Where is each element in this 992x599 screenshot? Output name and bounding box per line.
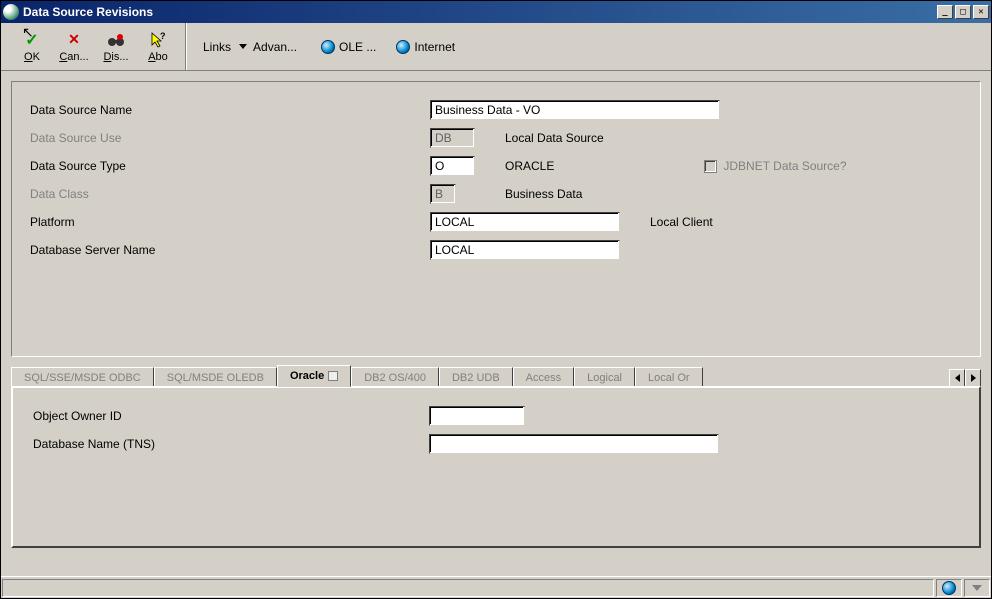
dataclass-label: Data Class [30, 187, 430, 201]
content-area: Data Source Name Data Source Use Local D… [1, 71, 991, 576]
platform-desc: Local Client [650, 215, 713, 229]
dataclass-field [430, 184, 456, 204]
minimize-button[interactable]: _ [937, 5, 953, 19]
ok-button[interactable]: ✓ OK [11, 26, 53, 68]
tab-scroll-right-button[interactable] [965, 369, 981, 387]
binoculars-icon [107, 31, 125, 49]
dstype-field[interactable] [430, 156, 475, 176]
platform-field[interactable] [430, 212, 620, 232]
display-button[interactable]: Dis... [95, 26, 137, 68]
cursor-help-icon: ? [149, 31, 167, 49]
globe-icon [396, 40, 410, 54]
dbname-field[interactable] [429, 434, 719, 454]
checkbox-icon [704, 160, 717, 173]
titlebar: Data Source Revisions _ □ ✕ [1, 1, 991, 23]
tab-access[interactable]: Access [513, 367, 574, 387]
dstype-desc: ORACLE [505, 159, 554, 173]
ole-link[interactable]: OLE ... [311, 40, 386, 54]
tab-sql-msde-oledb[interactable]: SQL/MSDE OLEDB [154, 367, 277, 387]
tab-marker-icon [328, 371, 338, 381]
arrow-left-icon [955, 374, 960, 382]
tab-local-or[interactable]: Local Or [635, 367, 703, 387]
x-icon: ✕ [65, 31, 83, 49]
status-net-icon-cell [936, 579, 962, 597]
triangle-down-icon [972, 585, 982, 591]
system-menu-icon[interactable] [3, 4, 19, 20]
svg-text:?: ? [160, 31, 166, 41]
dsuse-label: Data Source Use [30, 131, 430, 145]
dstype-label: Data Source Type [30, 159, 430, 173]
checkmark-icon: ✓ [23, 31, 41, 49]
dbserver-label: Database Server Name [30, 243, 430, 257]
globe-icon [321, 40, 335, 54]
dsname-label: Data Source Name [30, 103, 430, 117]
about-button[interactable]: ? Abo [137, 26, 179, 68]
arrow-right-icon [971, 374, 976, 382]
dsuse-field [430, 128, 475, 148]
jdbnet-checkbox: JDBNET Data Source? [704, 159, 846, 173]
owner-label: Object Owner ID [33, 409, 429, 423]
window: Data Source Revisions _ □ ✕ ↖ ✓ OK ✕ Can… [0, 0, 992, 599]
window-title: Data Source Revisions [23, 5, 937, 19]
close-button[interactable]: ✕ [973, 5, 989, 19]
owner-field[interactable] [429, 406, 525, 426]
dbname-label: Database Name (TNS) [33, 437, 429, 451]
dsuse-desc: Local Data Source [505, 131, 604, 145]
cancel-button[interactable]: ✕ Can... [53, 26, 95, 68]
tab-db2-os400[interactable]: DB2 OS/400 [351, 367, 439, 387]
tab-logical[interactable]: Logical [574, 367, 635, 387]
dsname-field[interactable] [430, 100, 720, 120]
tab-scroll-left-button[interactable] [949, 369, 965, 387]
form-panel: Data Source Name Data Source Use Local D… [11, 81, 981, 357]
maximize-button[interactable]: □ [955, 5, 971, 19]
platform-label: Platform [30, 215, 430, 229]
status-indicator-cell [964, 579, 990, 597]
internet-link[interactable]: Internet [386, 40, 465, 54]
status-cell-main [2, 579, 934, 597]
tab-sql-sse-msde-odbc[interactable]: SQL/SSE/MSDE ODBC [11, 367, 154, 387]
globe-icon [942, 581, 956, 595]
dropdown-arrow-icon[interactable] [239, 44, 247, 49]
dbserver-field[interactable] [430, 240, 620, 260]
tab-strip: SQL/SSE/MSDE ODBC SQL/MSDE OLEDB Oracle … [11, 365, 981, 387]
links-label: Links [193, 40, 237, 54]
tab-db2-udb[interactable]: DB2 UDB [439, 367, 513, 387]
status-bar [1, 576, 991, 598]
dataclass-desc: Business Data [505, 187, 582, 201]
tab-panel-oracle: Object Owner ID Database Name (TNS) [11, 386, 981, 548]
toolbar: ✓ OK ✕ Can... Dis... ? Abo Links [1, 23, 991, 71]
tab-oracle[interactable]: Oracle [277, 365, 351, 387]
advanced-link[interactable]: Advan... [253, 40, 311, 54]
